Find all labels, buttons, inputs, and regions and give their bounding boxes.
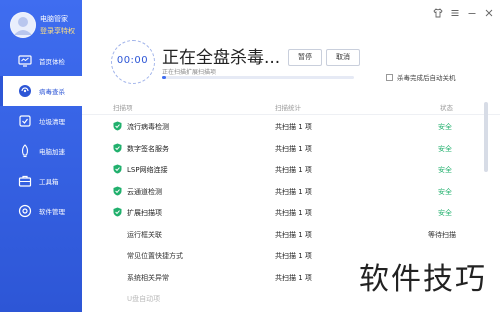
sidebar-item-label: 电脑加速: [39, 148, 65, 156]
scan-item-name: 运行框关联: [127, 230, 162, 239]
pause-button[interactable]: 暂停: [288, 49, 322, 66]
sidebar-item-virus-scan[interactable]: 病毒查杀: [0, 76, 82, 106]
shield-check-icon: [113, 186, 122, 195]
scan-item-name: LSP网络连接: [127, 166, 168, 174]
sidebar-item-label: 首页体检: [39, 58, 65, 66]
sidebar-item-label: 工具箱: [39, 178, 59, 186]
virus-scan-icon: [19, 85, 31, 97]
user-name: 电脑管家: [40, 15, 68, 23]
sidebar-item-label: 垃圾清理: [39, 118, 65, 126]
trash-clean-icon: [19, 115, 31, 127]
scan-item-stat: 共扫描 1 项: [275, 209, 312, 217]
sidebar-item-label: 软件管理: [39, 208, 65, 216]
shirt-icon[interactable]: [433, 8, 443, 21]
cancel-button[interactable]: 取消: [326, 49, 360, 66]
scan-headline: 正在全盘杀毒...: [162, 48, 281, 68]
auto-shutdown-option[interactable]: 杀毒完成后自动关机: [386, 72, 456, 82]
watermark: 软件技巧: [349, 240, 500, 312]
minimize-icon[interactable]: [467, 8, 477, 21]
login-privilege-link[interactable]: 登录享特权: [40, 26, 75, 36]
user-panel[interactable]: 电脑管家 登录享特权: [10, 12, 80, 40]
scrollbar[interactable]: [484, 102, 488, 172]
pc-manager-window: 电脑管家 登录享特权 首页体检 病毒查杀 垃圾清理 电脑加速 工具箱 软件管理 …: [0, 0, 500, 312]
scan-item-stat: 共扫描 1 项: [275, 273, 312, 282]
sidebar-item-software[interactable]: 软件管理: [0, 196, 82, 226]
scan-item-stat: 共扫描 1 项: [275, 144, 312, 153]
sidebar-item-junk-clean[interactable]: 垃圾清理: [0, 106, 82, 136]
shield-check-icon: [113, 207, 122, 217]
scan-item-stat: 共扫描 1 项: [275, 123, 312, 131]
shield-check-icon: [113, 121, 122, 131]
toolbox-icon: [18, 175, 32, 187]
table-row: LSP网络连接 共扫描 1 项 安全: [82, 158, 500, 180]
scan-item-name: 扩展扫描项: [127, 209, 162, 217]
auto-shutdown-checkbox[interactable]: [386, 73, 393, 81]
scan-item-name: 数字签名服务: [127, 144, 169, 153]
menu-icon[interactable]: [450, 8, 460, 21]
close-icon[interactable]: [484, 8, 494, 21]
scan-item-state: 安全: [438, 166, 452, 174]
scan-item-name: 常见位置快捷方式: [127, 252, 183, 260]
auto-shutdown-label: 杀毒完成后自动关机: [397, 74, 456, 82]
scan-item-state: 安全: [438, 187, 452, 196]
column-header-state: 状态: [440, 104, 453, 112]
scan-item-stat: 共扫描 1 项: [275, 166, 312, 174]
scan-item-stat: 共扫描 1 项: [275, 230, 312, 239]
sidebar-item-speedup[interactable]: 电脑加速: [0, 136, 82, 166]
table-row: 数字签名服务 共扫描 1 项 安全: [82, 137, 500, 159]
rocket-icon: [21, 144, 29, 158]
scan-item-stat: 共扫描 1 项: [275, 252, 312, 260]
sidebar-item-toolbox[interactable]: 工具箱: [0, 166, 82, 196]
table-header: 扫描项 扫描统计 状态: [82, 98, 500, 115]
table-row: 扩展扫描项 共扫描 1 项 安全: [82, 201, 500, 223]
table-row: 云通道检测 共扫描 1 项 安全: [82, 180, 500, 202]
scan-timer: 00:00: [111, 40, 155, 84]
software-icon: [18, 204, 32, 218]
shield-check-icon: [113, 164, 122, 174]
scan-item-state: 等待扫描: [428, 230, 456, 239]
column-header-stat: 扫描统计: [275, 104, 301, 112]
scan-item-name: U盘自动项: [127, 295, 161, 303]
user-icon: [14, 17, 32, 35]
scan-item-stat: 共扫描 1 项: [275, 187, 312, 196]
window-controls: [433, 8, 494, 21]
avatar[interactable]: [10, 12, 36, 38]
sidebar-item-label: 病毒查杀: [39, 88, 65, 96]
column-header-item: 扫描项: [113, 104, 133, 112]
shield-check-icon: [113, 143, 122, 152]
scan-status-text: 正在扫描扩展扫描项: [162, 69, 217, 76]
scan-item-state: 安全: [438, 123, 452, 131]
scan-progress-fill: [162, 76, 166, 79]
timer-value: 00:00: [116, 55, 149, 66]
scan-item-state: 安全: [438, 209, 452, 217]
table-row: 流行病毒检测 共扫描 1 项 安全: [82, 115, 500, 137]
watermark-text: 软件技巧: [359, 262, 487, 297]
scan-item-name: 流行病毒检测: [127, 123, 169, 131]
sidebar-nav: 首页体检 病毒查杀 垃圾清理 电脑加速 工具箱 软件管理: [0, 46, 82, 226]
scan-item-state: 安全: [438, 144, 452, 153]
scan-item-name: 云通道检测: [127, 187, 162, 196]
scan-item-name: 系统相关异常: [127, 273, 169, 282]
monitor-icon: [18, 55, 32, 67]
sidebar: 电脑管家 登录享特权 首页体检 病毒查杀 垃圾清理 电脑加速 工具箱 软件管理: [0, 0, 82, 312]
scan-progress-bar: [162, 76, 354, 79]
sidebar-item-home-checkup[interactable]: 首页体检: [0, 46, 82, 76]
